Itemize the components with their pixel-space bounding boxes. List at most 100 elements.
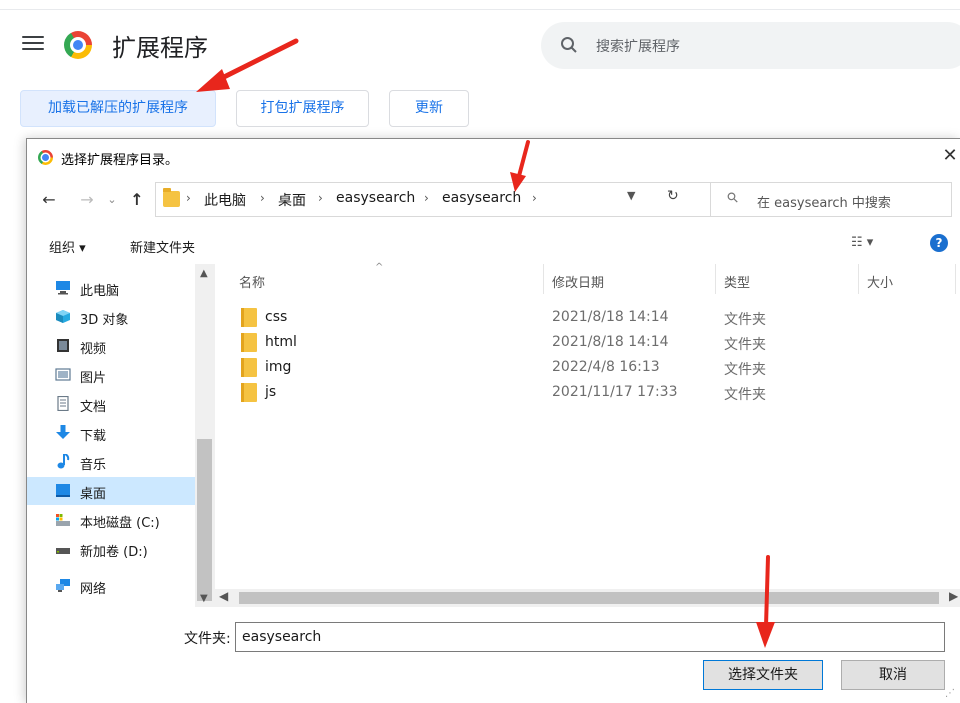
- scroll-left-icon[interactable]: ◀: [219, 589, 228, 603]
- breadcrumb-separator: ›: [260, 191, 265, 205]
- folder-icon: [241, 308, 257, 327]
- search-icon: [561, 37, 577, 53]
- nav-item-label: 此电脑: [80, 284, 120, 299]
- breadcrumb-separator: ›: [186, 191, 191, 205]
- chrome-small-icon: [38, 150, 53, 165]
- dialog-title: 选择扩展程序目录。: [61, 153, 179, 168]
- column-header-date[interactable]: 修改日期: [552, 272, 604, 291]
- nav-item-3d-objects[interactable]: 3D 对象: [27, 303, 195, 331]
- column-header-size[interactable]: 大小: [867, 272, 893, 291]
- nav-item-desktop[interactable]: 桌面: [27, 477, 195, 505]
- search-input[interactable]: 搜索扩展程序: [596, 36, 680, 56]
- column-divider[interactable]: [858, 264, 859, 294]
- load-unpacked-button[interactable]: 加载已解压的扩展程序: [20, 90, 216, 127]
- select-folder-dialog: 选择扩展程序目录。 ✕ ← → ⌄ ↑ › 此电脑 › 桌面 › easysea…: [26, 138, 960, 703]
- organize-button[interactable]: 组织 ▾: [49, 237, 86, 256]
- nav-item-drive-c[interactable]: 本地磁盘 (C:): [27, 506, 195, 534]
- top-divider: [0, 9, 960, 10]
- up-arrow-icon[interactable]: ↑: [127, 189, 147, 211]
- nav-item-label: 网络: [80, 582, 107, 597]
- new-folder-button[interactable]: 新建文件夹: [130, 237, 195, 256]
- file-type: 文件夹: [724, 337, 766, 353]
- help-icon[interactable]: ?: [930, 234, 948, 252]
- file-row[interactable]: img 2022/4/8 16:13 文件夹: [233, 356, 783, 380]
- breadcrumb-desktop[interactable]: 桌面: [278, 190, 306, 210]
- nav-item-label: 本地磁盘 (C:): [80, 516, 160, 531]
- file-date: 2022/4/8 16:13: [552, 359, 660, 375]
- file-row[interactable]: js 2021/11/17 17:33 文件夹: [233, 381, 783, 405]
- column-headers: 名称 ^ 修改日期 类型 大小: [215, 262, 960, 294]
- horizontal-scrollbar-thumb[interactable]: [239, 592, 939, 604]
- folder-name-input[interactable]: [235, 622, 945, 652]
- nav-item-downloads[interactable]: 下载: [27, 419, 195, 447]
- desktop-icon: [56, 484, 70, 497]
- drive-c-icon: [56, 514, 70, 526]
- breadcrumb-separator: ›: [318, 191, 323, 205]
- file-row[interactable]: css 2021/8/18 14:14 文件夹: [233, 306, 783, 330]
- file-date: 2021/11/17 17:33: [552, 384, 678, 400]
- menu-icon[interactable]: [22, 36, 44, 54]
- download-icon: [56, 425, 70, 439]
- column-header-type[interactable]: 类型: [724, 272, 750, 291]
- scroll-up-icon[interactable]: ▲: [200, 268, 208, 279]
- breadcrumb-easysearch-parent[interactable]: easysearch: [336, 190, 415, 206]
- cube-icon: [56, 310, 70, 323]
- nav-item-label: 下载: [80, 429, 107, 444]
- refresh-icon[interactable]: ↻: [667, 188, 679, 204]
- nav-item-drive-d[interactable]: 新加卷 (D:): [27, 535, 195, 563]
- nav-item-music[interactable]: 音乐: [27, 448, 195, 476]
- recent-locations-chevron-icon[interactable]: ⌄: [105, 189, 119, 211]
- file-type: 文件夹: [724, 312, 766, 328]
- scroll-down-icon[interactable]: ▼: [200, 593, 208, 604]
- address-dropdown-chevron-icon[interactable]: ▼: [627, 189, 635, 202]
- breadcrumb-this-pc[interactable]: 此电脑: [204, 190, 246, 210]
- file-type: 文件夹: [724, 362, 766, 378]
- picture-icon: [55, 368, 71, 381]
- resize-grip-icon[interactable]: ⋰: [945, 688, 955, 699]
- close-icon[interactable]: ✕: [939, 145, 960, 167]
- file-row[interactable]: html 2021/8/18 14:14 文件夹: [233, 331, 783, 355]
- folder-field-label: 文件夹:: [184, 631, 231, 647]
- chrome-logo-icon: [64, 31, 92, 59]
- back-arrow-icon[interactable]: ←: [39, 189, 59, 211]
- nav-item-network[interactable]: 网络: [27, 572, 195, 600]
- computer-icon: [56, 281, 70, 295]
- folder-icon: [241, 383, 257, 402]
- column-divider[interactable]: [955, 264, 956, 294]
- file-name: html: [265, 334, 297, 350]
- pack-extension-button[interactable]: 打包扩展程序: [236, 90, 369, 127]
- breadcrumb-separator: ›: [532, 191, 537, 205]
- page-title: 扩展程序: [112, 34, 208, 62]
- file-name: css: [265, 309, 288, 325]
- nav-item-videos[interactable]: 视频: [27, 332, 195, 360]
- network-icon: [56, 579, 70, 592]
- forward-arrow-icon[interactable]: →: [77, 189, 97, 211]
- update-button[interactable]: 更新: [389, 90, 469, 127]
- nav-item-pictures[interactable]: 图片: [27, 361, 195, 389]
- nav-item-label: 音乐: [80, 458, 107, 473]
- scrollbar-thumb[interactable]: [197, 439, 212, 601]
- file-name: js: [265, 384, 277, 400]
- nav-item-this-pc[interactable]: 此电脑: [27, 274, 195, 302]
- folder-icon: [241, 333, 257, 352]
- cancel-button[interactable]: 取消: [841, 660, 945, 690]
- folder-icon: [241, 358, 257, 377]
- breadcrumb-separator: ›: [424, 191, 429, 205]
- file-date: 2021/8/18 14:14: [552, 309, 669, 325]
- column-divider[interactable]: [715, 264, 716, 294]
- column-header-name[interactable]: 名称: [239, 272, 265, 291]
- folder-icon: [163, 188, 180, 207]
- document-icon: [57, 396, 69, 411]
- file-date: 2021/8/18 14:14: [552, 334, 669, 350]
- nav-item-documents[interactable]: 文档: [27, 390, 195, 418]
- nav-item-label: 图片: [80, 371, 107, 386]
- sort-ascending-icon: ^: [375, 262, 384, 273]
- breadcrumb-easysearch[interactable]: easysearch: [442, 190, 521, 206]
- scroll-right-icon[interactable]: ▶: [949, 589, 958, 603]
- nav-item-label: 文档: [80, 400, 107, 415]
- folder-search-input[interactable]: 在 easysearch 中搜索: [757, 192, 891, 211]
- column-divider[interactable]: [543, 264, 544, 294]
- nav-item-label: 新加卷 (D:): [80, 545, 148, 560]
- view-options-button[interactable]: ☷ ▾: [851, 235, 873, 250]
- select-folder-button[interactable]: 选择文件夹: [703, 660, 823, 690]
